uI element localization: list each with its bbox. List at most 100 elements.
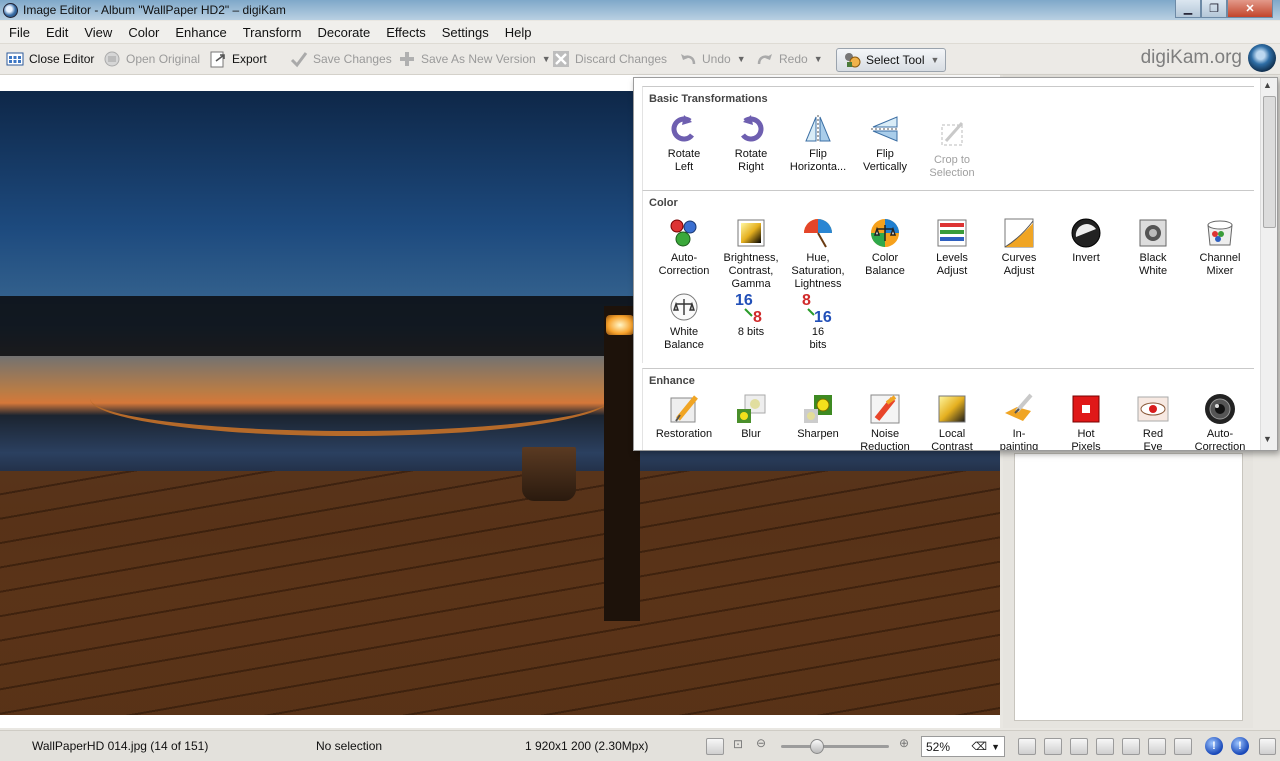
tool-rotate-left[interactable]: Rotate Left	[651, 113, 717, 174]
tool-crop-to-selection[interactable]: Crop to Selection	[919, 119, 985, 180]
tool-flip-horizontal[interactable]: Flip Horizonta...	[785, 113, 851, 174]
zoom-combobox[interactable]: 52% ⌫ ▼	[921, 736, 1005, 757]
zoom-slider-handle[interactable]	[809, 739, 824, 754]
menu-color[interactable]: Color	[119, 25, 166, 40]
compare-icon[interactable]	[1148, 738, 1166, 755]
menu-file[interactable]: File	[0, 25, 37, 40]
zoom-to-100-icon[interactable]: ⊡	[733, 737, 743, 751]
tool-curves-adjust[interactable]: Curves Adjust	[986, 217, 1052, 278]
chevron-down-icon[interactable]: ▼	[991, 742, 1000, 752]
zoom-value: 52%	[926, 739, 951, 754]
info-icon[interactable]: !	[1205, 737, 1223, 755]
redo-label: Redo	[779, 52, 808, 66]
tool-label: Hot Pixels	[1071, 428, 1101, 451]
tool-noise-reduction[interactable]: Noise Reduction	[852, 393, 918, 450]
color-managed-view-icon[interactable]	[1070, 738, 1088, 755]
tool-levels-adjust[interactable]: Levels Adjust	[919, 217, 985, 278]
open-original-button[interactable]: Open Original	[103, 48, 200, 70]
section-title: Enhance	[649, 375, 695, 387]
popup-scrollbar[interactable]: ▲ ▼	[1260, 78, 1277, 450]
export-button[interactable]: Export	[209, 48, 267, 70]
tool-auto-correction[interactable]: Auto- Correction	[651, 217, 717, 278]
tool-color-balance[interactable]: Color Balance	[852, 217, 918, 278]
open-original-icon	[103, 50, 121, 68]
menu-view[interactable]: View	[75, 25, 119, 40]
menu-transform[interactable]: Transform	[234, 25, 309, 40]
tool-convert-16-bits[interactable]: 8 16 16 bits	[785, 291, 851, 352]
underexposure-indicator-icon[interactable]	[1018, 738, 1036, 755]
minimize-button[interactable]: ▁	[1175, 0, 1201, 18]
tool-red-eye[interactable]: Red Eye	[1120, 393, 1186, 450]
tool-label: Curves Adjust	[1001, 252, 1037, 277]
levels-icon	[936, 217, 968, 249]
save-as-new-version-button[interactable]: Save As New Version ▼	[398, 48, 551, 70]
scroll-up-icon[interactable]: ▲	[1263, 80, 1272, 90]
status-bar: WallPaperHD 014.jpg (14 of 151) No selec…	[0, 730, 1280, 761]
restoration-icon	[668, 393, 700, 425]
zoom-slider[interactable]	[781, 745, 889, 748]
split-view-icon[interactable]	[1122, 738, 1140, 755]
tool-white-balance[interactable]: White Balance	[651, 291, 717, 352]
menu-effects[interactable]: Effects	[377, 25, 433, 40]
save-changes-button[interactable]: Save Changes	[290, 48, 392, 70]
tool-invert[interactable]: Invert	[1053, 217, 1119, 265]
zoom-in-icon[interactable]: ⊕	[899, 736, 909, 750]
svg-text:8: 8	[802, 292, 811, 309]
chevron-down-icon[interactable]: ▼	[737, 54, 746, 64]
tool-flip-vertical[interactable]: Flip Vertically	[852, 113, 918, 174]
menu-settings[interactable]: Settings	[433, 25, 496, 40]
section-title: Color	[649, 197, 678, 209]
menu-decorate[interactable]: Decorate	[308, 25, 377, 40]
hue-umbrella-icon	[802, 217, 834, 249]
discard-changes-label: Discard Changes	[575, 52, 668, 66]
zoom-fit-icon[interactable]	[706, 738, 724, 755]
save-as-new-label: Save As New Version	[421, 52, 536, 66]
overexposure-indicator-icon[interactable]	[1044, 738, 1062, 755]
chevron-down-icon[interactable]: ▼	[814, 54, 823, 64]
clear-icon[interactable]: ⌫	[972, 740, 988, 753]
tool-convert-8-bits[interactable]: 16 8 8 bits	[718, 291, 784, 339]
tool-label: 16 bits	[809, 326, 827, 351]
tool-inpainting[interactable]: In- painting	[986, 393, 1052, 451]
tool-lens-auto-correction[interactable]: Auto- Correction	[1187, 393, 1253, 451]
scrollbar-thumb[interactable]	[1263, 96, 1276, 228]
undo-button[interactable]: Undo ▼	[679, 48, 746, 70]
color-balance-icon	[869, 217, 901, 249]
warning-icon[interactable]: !	[1231, 737, 1249, 755]
tool-sharpen[interactable]: Sharpen	[785, 393, 851, 441]
menu-help[interactable]: Help	[496, 25, 539, 40]
window-title: Image Editor - Album "WallPaper HD2" – d…	[23, 3, 286, 17]
tool-brightness-contrast-gamma[interactable]: Brightness, Contrast, Gamma	[718, 217, 784, 291]
tool-restoration[interactable]: Restoration	[651, 393, 717, 441]
tool-channel-mixer[interactable]: Channel Mixer	[1187, 217, 1253, 278]
digikam-brand-text: digiKam.org	[1140, 47, 1242, 68]
scroll-down-icon[interactable]: ▼	[1263, 434, 1272, 444]
tool-label: White Balance	[664, 326, 704, 351]
tool-hue-saturation-lightness[interactable]: Hue, Saturation, Lightness	[785, 217, 851, 291]
image-thumb-icon[interactable]	[1174, 738, 1192, 755]
close-window-button[interactable]: ✕	[1227, 0, 1273, 18]
tool-rotate-right[interactable]: Rotate Right	[718, 113, 784, 174]
channel-mixer-icon	[1204, 217, 1236, 249]
tool-label: Auto- Correction	[658, 252, 710, 277]
monitor-icon[interactable]	[1259, 738, 1276, 755]
discard-changes-button[interactable]: Discard Changes	[552, 48, 667, 70]
auto-color-icon	[668, 217, 700, 249]
tool-label: In- painting	[999, 428, 1039, 451]
zoom-out-icon[interactable]: ⊖	[756, 736, 766, 750]
close-editor-button[interactable]: Close Editor	[6, 48, 94, 70]
tool-blur[interactable]: Blur	[718, 393, 784, 441]
svg-text:16: 16	[735, 292, 753, 309]
menu-enhance[interactable]: Enhance	[166, 25, 233, 40]
chevron-down-icon[interactable]: ▼	[542, 54, 551, 64]
tool-local-contrast[interactable]: Local Contrast	[919, 393, 985, 450]
before-after-icon[interactable]	[1096, 738, 1114, 755]
tool-hot-pixels[interactable]: Hot Pixels	[1053, 393, 1119, 451]
select-tool-button[interactable]: Select Tool ▼	[836, 48, 947, 72]
export-icon	[209, 50, 227, 68]
tool-black-white[interactable]: Black White	[1120, 217, 1186, 278]
maximize-button[interactable]: ❐	[1201, 0, 1227, 18]
menu-edit[interactable]: Edit	[37, 25, 75, 40]
redo-button[interactable]: Redo ▼	[756, 48, 823, 70]
tool-label: Auto- Correction	[1194, 428, 1246, 451]
